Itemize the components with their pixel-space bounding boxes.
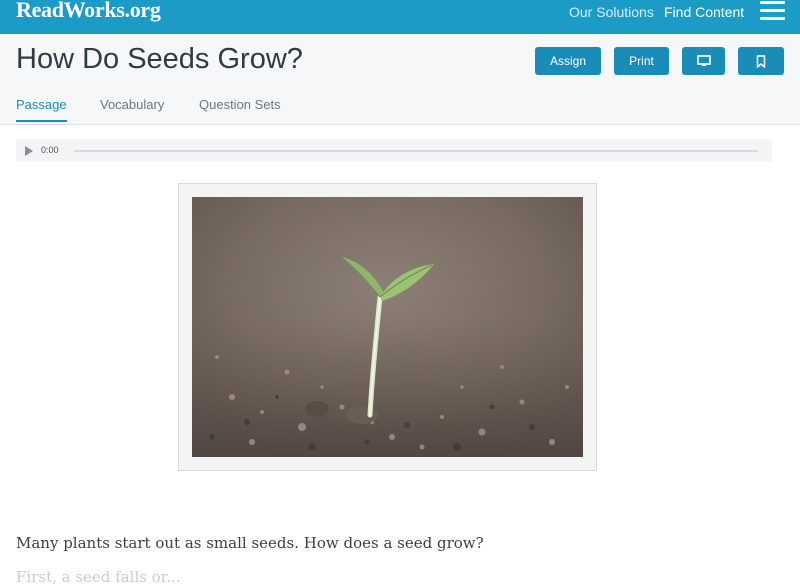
page-title: How Do Seeds Grow? <box>16 43 303 75</box>
print-button[interactable]: Print <box>614 47 669 75</box>
hamburger-menu-icon[interactable] <box>760 1 785 21</box>
present-button[interactable] <box>682 47 725 75</box>
bookmark-button[interactable] <box>738 47 784 75</box>
nav-find-content[interactable]: Find Content <box>664 4 744 20</box>
tab-question-sets[interactable]: Question Sets <box>199 97 281 112</box>
tab-vocabulary[interactable]: Vocabulary <box>100 97 164 112</box>
monitor-icon <box>696 55 711 66</box>
tab-passage[interactable]: Passage <box>16 97 67 122</box>
audio-progress-track[interactable] <box>74 150 758 152</box>
passage-image-frame <box>178 183 597 471</box>
nav-our-solutions[interactable]: Our Solutions <box>569 4 654 20</box>
passage-paragraph: Many plants start out as small seeds. Ho… <box>16 534 484 552</box>
readworks-logo[interactable]: ReadWorks.org <box>16 0 161 23</box>
audio-player: 0:00 <box>16 139 772 162</box>
play-icon[interactable] <box>25 146 33 156</box>
audio-time: 0:00 <box>41 145 59 155</box>
passage-paragraph-faded: First, a seed falls or... <box>16 568 181 586</box>
bookmark-icon <box>756 54 766 68</box>
top-nav-bar: ReadWorks.org Our Solutions Find Content <box>0 0 800 34</box>
seedling-photo <box>192 197 583 457</box>
passage-header: How Do Seeds Grow? Assign Print Passage … <box>0 34 800 125</box>
assign-button[interactable]: Assign <box>535 47 601 75</box>
